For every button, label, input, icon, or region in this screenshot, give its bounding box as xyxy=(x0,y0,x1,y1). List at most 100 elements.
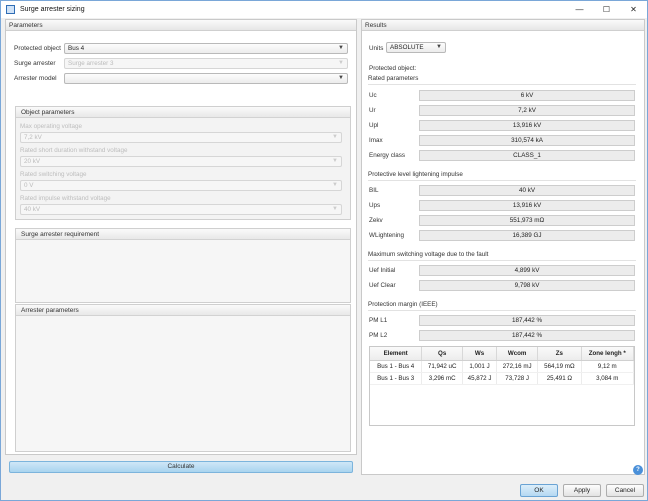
close-button[interactable]: ✕ xyxy=(620,1,647,18)
arrester-model-select[interactable]: ▼ xyxy=(64,73,348,84)
max-operating-voltage-label: Max operating voltage xyxy=(20,123,82,130)
pm-l1-value: 187,442 % xyxy=(419,315,635,326)
bil-label: BIL xyxy=(369,187,379,194)
table-cell: 73,728 J xyxy=(496,372,539,385)
column-header-wcom[interactable]: Wcom xyxy=(496,347,539,361)
table-cell: 71,942 uC xyxy=(421,360,464,373)
uef-clear-label: Uef Clear xyxy=(369,282,396,289)
ups-value: 13,916 kV xyxy=(419,200,635,211)
chevron-down-icon: ▼ xyxy=(338,60,344,66)
upl-label: Upl xyxy=(369,122,379,129)
object-parameters-panel: Object parameters Max operating voltage … xyxy=(15,106,351,220)
protection-margin-header: Protection margin (IEEE) xyxy=(368,301,636,311)
surge-arrester-requirement-panel: Surge arrester requirement xyxy=(15,228,351,303)
ups-label: Ups xyxy=(369,202,381,209)
table-cell: 25,491 Ω xyxy=(537,372,582,385)
chevron-down-icon: ▼ xyxy=(338,45,344,51)
object-parameters-header: Object parameters xyxy=(16,107,350,118)
arrester-parameters-panel: Arrester parameters xyxy=(15,304,351,452)
chevron-down-icon: ▼ xyxy=(338,75,344,81)
upl-value: 13,916 kV xyxy=(419,120,635,131)
table-cell: 45,872 J xyxy=(462,372,498,385)
table-cell: 564,19 mΩ xyxy=(537,360,582,373)
arrester-model-label: Arrester model xyxy=(14,75,57,82)
chevron-down-icon: ▼ xyxy=(332,206,338,212)
surge-arrester-select[interactable]: Surge arrester 3 ▼ xyxy=(64,58,348,69)
column-header-element[interactable]: Element xyxy=(370,347,423,361)
table-cell: 3,296 mC xyxy=(421,372,464,385)
rated-switching-voltage-label: Rated switching voltage xyxy=(20,171,87,178)
uc-label: Uc xyxy=(369,92,377,99)
table-row[interactable]: Bus 1 - Bus 4 71,942 uC 1,001 J 272,16 m… xyxy=(370,360,634,373)
app-icon xyxy=(6,5,15,14)
results-header: Results xyxy=(362,20,644,31)
protected-object-label: Protected object xyxy=(14,45,61,52)
max-operating-voltage-select[interactable]: 7,2 kV ▼ xyxy=(20,132,342,143)
column-header-ws[interactable]: Ws xyxy=(462,347,498,361)
rated-switching-voltage-value: 0 V xyxy=(24,182,34,189)
units-value: ABSOLUTE xyxy=(390,44,424,51)
pm-l1-label: PM L1 xyxy=(369,317,388,324)
lightning-impulse-header: Protective level lightening impulse xyxy=(368,171,636,181)
table-cell: 9,12 m xyxy=(581,360,634,373)
requirement-header: Surge arrester requirement xyxy=(16,229,350,240)
protected-object-result-label: Protected object: xyxy=(369,65,417,72)
wlightening-value: 16,389 GJ xyxy=(419,230,635,241)
zekv-value: 551,973 mΩ xyxy=(419,215,635,226)
cancel-button[interactable]: Cancel xyxy=(606,484,644,497)
table-cell: Bus 1 - Bus 3 xyxy=(370,372,423,385)
minimize-button[interactable]: — xyxy=(566,1,593,18)
imax-label: Imax xyxy=(369,137,383,144)
calculate-button[interactable]: Calculate xyxy=(9,461,353,473)
surge-arrester-label: Surge arrester xyxy=(14,60,56,67)
rated-impulse-withstand-select[interactable]: 40 kV ▼ xyxy=(20,204,342,215)
help-icon[interactable]: ? xyxy=(633,465,643,475)
energy-class-value: CLASS_1 xyxy=(419,150,635,161)
column-header-zs[interactable]: Zs xyxy=(537,347,582,361)
column-header-zone-length[interactable]: Zone lengh * xyxy=(581,347,634,361)
element-table: Element Qs Ws Wcom Zs Zone lengh * Bus 1… xyxy=(369,346,635,426)
uef-clear-value: 9,798 kV xyxy=(419,280,635,291)
rated-short-duration-select[interactable]: 20 kV ▼ xyxy=(20,156,342,167)
maximize-button[interactable]: ☐ xyxy=(593,1,620,18)
uef-initial-label: Uef Initial xyxy=(369,267,396,274)
chevron-down-icon: ▼ xyxy=(332,158,338,164)
protected-object-select[interactable]: Bus 4 ▼ xyxy=(64,43,348,54)
rated-parameters-header: Rated parameters xyxy=(368,75,636,85)
results-panel: Results Units ABSOLUTE ▼ Protected objec… xyxy=(361,19,645,475)
ur-value: 7,2 kV xyxy=(419,105,635,116)
title-bar: Surge arrester sizing — ☐ ✕ xyxy=(1,1,647,18)
uef-initial-value: 4,899 kV xyxy=(419,265,635,276)
switching-voltage-header: Maximum switching voltage due to the fau… xyxy=(368,251,636,261)
chevron-down-icon: ▼ xyxy=(436,44,442,50)
units-label: Units xyxy=(369,45,384,52)
rated-switching-voltage-select[interactable]: 0 V ▼ xyxy=(20,180,342,191)
rated-impulse-withstand-value: 40 kV xyxy=(24,206,41,213)
surge-arrester-dialog: Surge arrester sizing — ☐ ✕ Parameters P… xyxy=(0,0,648,501)
pm-l2-label: PM L2 xyxy=(369,332,388,339)
arrester-parameters-header: Arrester parameters xyxy=(16,305,350,316)
chevron-down-icon: ▼ xyxy=(332,182,338,188)
table-row[interactable]: Bus 1 - Bus 3 3,296 mC 45,872 J 73,728 J… xyxy=(370,372,634,385)
column-header-qs[interactable]: Qs xyxy=(421,347,464,361)
window-title: Surge arrester sizing xyxy=(20,6,85,13)
ok-button[interactable]: OK xyxy=(520,484,558,497)
rated-impulse-withstand-label: Rated impulse withstand voltage xyxy=(20,195,111,202)
bil-value: 40 kV xyxy=(419,185,635,196)
imax-value: 310,574 kA xyxy=(419,135,635,146)
apply-button[interactable]: Apply xyxy=(563,484,601,497)
table-cell: 3,084 m xyxy=(581,372,634,385)
uc-value: 6 kV xyxy=(419,90,635,101)
parameters-panel: Parameters Protected object Bus 4 ▼ Surg… xyxy=(5,19,357,455)
zekv-label: Zekv xyxy=(369,217,383,224)
units-select[interactable]: ABSOLUTE ▼ xyxy=(386,42,446,53)
table-cell: 272,16 mJ xyxy=(496,360,539,373)
rated-short-duration-label: Rated short duration withstand voltage xyxy=(20,147,128,154)
rated-short-duration-value: 20 kV xyxy=(24,158,41,165)
wlightening-label: WLightening xyxy=(369,232,405,239)
protected-object-value: Bus 4 xyxy=(68,45,85,52)
pm-l2-value: 187,442 % xyxy=(419,330,635,341)
ur-label: Ur xyxy=(369,107,376,114)
chevron-down-icon: ▼ xyxy=(332,134,338,140)
surge-arrester-value: Surge arrester 3 xyxy=(68,60,114,67)
